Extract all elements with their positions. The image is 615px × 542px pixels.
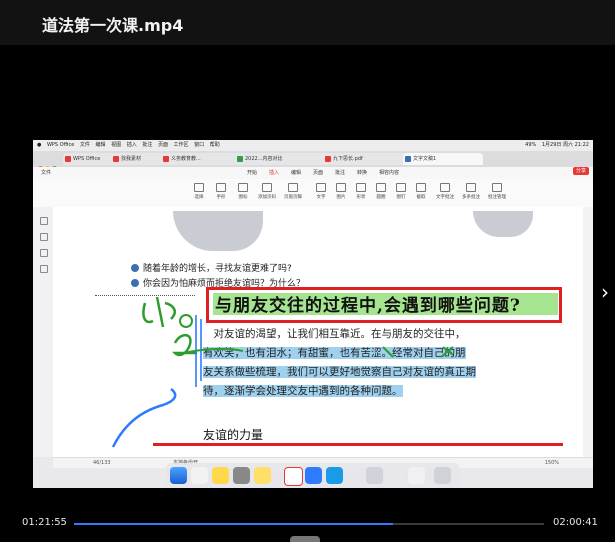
app-icon — [305, 467, 322, 484]
ribbon-tab: 批注 — [335, 170, 346, 176]
menu-item: 插入 — [126, 142, 137, 148]
menu-item: 页面 — [157, 142, 168, 148]
ink-mark — [440, 346, 454, 358]
tab-pdf: 九下思长.pdf — [323, 153, 407, 165]
ink-underline — [182, 347, 244, 354]
page-number-icon — [262, 183, 272, 192]
battery-level: 49% — [525, 142, 537, 148]
trash-icon — [434, 467, 451, 484]
comment-icon — [40, 249, 48, 257]
tab-curriculum: 义务教育教... — [161, 153, 239, 165]
tab-compare: 2022...内容对比 — [235, 153, 327, 165]
menubar-status: 49% 1月29日 周六 21:22 — [521, 140, 589, 151]
vertical-scrollbar — [583, 207, 593, 457]
total-time: 02:00:41 — [553, 517, 598, 528]
progress-fill — [74, 523, 394, 525]
multi-annotation-icon — [466, 183, 476, 192]
circle-icon — [376, 183, 386, 192]
text-annotation-icon — [440, 183, 450, 192]
tab-material: 找我素材 — [111, 153, 165, 165]
menu-item: 编辑 — [95, 142, 106, 148]
text-annotation-tool: 文字批注 — [431, 183, 459, 200]
settings-icon — [233, 467, 250, 484]
cursor-icon — [194, 183, 204, 192]
annotation-manager-icon — [492, 183, 502, 192]
ribbon-tab: 编辑 — [291, 170, 302, 176]
ribbon-toolbar: 选择 手形 图标 添加页码 页眉页脚 文字 图片 形状 圆圈 图钉 截取 文字批… — [33, 179, 593, 208]
notes-icon — [212, 467, 229, 484]
search-icon — [40, 265, 48, 273]
ribbon-tab: 开始 — [247, 170, 258, 176]
ink-mark — [382, 346, 394, 358]
zoom-level: 150% — [544, 460, 559, 466]
ink-number-40 — [142, 296, 176, 328]
ink-arrow — [111, 388, 177, 448]
current-time: 01:21:55 — [22, 517, 67, 528]
document-page: 随着年龄的增长，寻找友谊更难了吗? 你会因为怕麻烦而拒绝友谊吗？为什么？ 与朋友… — [53, 207, 583, 457]
icon-icon — [238, 183, 248, 192]
app-icon — [387, 467, 404, 484]
ribbon-tab: 相容内容 — [379, 170, 400, 176]
menu-item: 视图 — [111, 142, 122, 148]
share-button: 分享 — [572, 167, 589, 175]
app-icon — [366, 467, 383, 484]
ink-annotations — [111, 296, 454, 448]
page-number-tool: 添加页码 — [253, 183, 281, 200]
menu-item: 帮助 — [209, 142, 220, 148]
ink-circle-1 — [179, 314, 193, 328]
apple-icon: ● — [37, 142, 42, 148]
menu-item: 文件 — [79, 142, 90, 148]
annotation-manager-tool: 批注管理 — [483, 183, 511, 200]
text-icon — [316, 183, 326, 192]
controls-handle[interactable] — [290, 536, 320, 542]
window-tab-bar: WPS Office 找我素材 义务教育教... 2022...内容对比 九下思… — [33, 151, 593, 171]
ribbon-tab: 页面 — [313, 170, 324, 176]
video-title: 道法第一次课.mp4 — [42, 16, 184, 35]
capture-icon — [416, 183, 426, 192]
stickies-icon — [254, 467, 271, 484]
finder-icon — [170, 467, 187, 484]
menubar-clock: 1月29日 周六 21:22 — [541, 142, 589, 148]
image-icon — [336, 183, 346, 192]
file-menu: 文件 — [41, 170, 52, 176]
app-icon — [326, 467, 343, 484]
menu-item: 窗口 — [194, 142, 205, 148]
mac-dock — [166, 463, 460, 488]
video-frame[interactable]: ● WPS Office 文件 编辑 视图 插入 批注 页面 工作区 窗口 帮助… — [33, 140, 593, 488]
player-title-bar: 道法第一次课.mp4 — [0, 0, 615, 45]
hand-icon — [216, 183, 226, 192]
next-chevron-icon[interactable]: › — [601, 280, 613, 304]
multi-annotation-tool: 多条批注 — [457, 183, 485, 200]
pin-icon — [396, 183, 406, 192]
mac-menubar: ● WPS Office 文件 编辑 视图 插入 批注 页面 工作区 窗口 帮助… — [33, 140, 593, 151]
tab-document: 文字文稿1 — [403, 153, 483, 165]
menubar-app: WPS Office — [46, 142, 75, 148]
menu-item: 批注 — [142, 142, 153, 148]
header-footer-tool: 页眉页脚 — [279, 183, 307, 200]
page-indicator: 46/133 — [93, 460, 111, 466]
wps-icon — [284, 467, 303, 486]
left-side-panel — [33, 207, 54, 457]
progress-bar[interactable] — [74, 523, 544, 525]
launchpad-icon — [191, 467, 208, 484]
player-controls: 01:21:55 02:00:41 — [0, 505, 615, 542]
shape-icon — [356, 183, 366, 192]
ribbon-tab: 转换 — [357, 170, 368, 176]
menu-item: 工作区 — [173, 142, 189, 148]
thumbnail-icon — [40, 217, 48, 225]
tab-wps-office: WPS Office — [63, 153, 117, 165]
bookmark-icon — [40, 233, 48, 241]
ribbon-tabs: 文件 开始 插入 编辑 页面 批注 转换 相容内容 分享 — [33, 167, 593, 180]
header-footer-icon — [288, 183, 298, 192]
app-icon — [408, 467, 425, 484]
